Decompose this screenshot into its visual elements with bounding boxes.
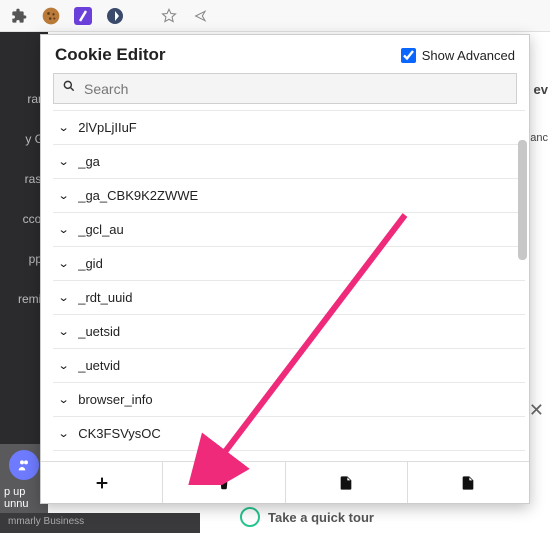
cookie-row[interactable]: ⌄_rdt_uuid <box>53 281 525 315</box>
obscured-right: ev anc <box>530 32 550 532</box>
chevron-down-icon: ⌄ <box>58 121 70 134</box>
chevron-down-icon: ⌄ <box>58 393 70 406</box>
search-icon <box>62 79 76 98</box>
import-button[interactable] <box>286 462 408 503</box>
cookie-row[interactable]: ⌄_gid <box>53 247 525 281</box>
chevron-down-icon: ⌄ <box>58 257 70 270</box>
send-icon[interactable] <box>190 5 212 27</box>
app-icon-2[interactable] <box>104 5 126 27</box>
show-advanced-toggle[interactable]: Show Advanced <box>401 48 515 63</box>
quick-tour[interactable]: Take a quick tour <box>240 507 374 527</box>
cookie-list[interactable]: ⌄2lVpLjIIuF ⌄_ga ⌄_ga_CBK9K2ZWWE ⌄_gcl_a… <box>53 110 525 461</box>
extensions-icon[interactable] <box>8 5 30 27</box>
tour-circle-icon <box>240 507 260 527</box>
chevron-down-icon: ⌄ <box>58 223 70 236</box>
export-button[interactable] <box>408 462 529 503</box>
cookie-row[interactable]: ⌄_uetvid <box>53 349 525 383</box>
cookie-row[interactable]: ⌄_ga_CBK9K2ZWWE <box>53 179 525 213</box>
close-icon[interactable]: ✕ <box>529 400 544 421</box>
star-icon[interactable] <box>158 5 180 27</box>
popup-title: Cookie Editor <box>55 45 166 65</box>
delete-button[interactable] <box>163 462 285 503</box>
cookie-row[interactable]: ⌄browser_info <box>53 383 525 417</box>
obscured-footer: mmarly Business <box>0 513 200 533</box>
cookie-row[interactable]: ⌄2lVpLjIIuF <box>53 111 525 145</box>
chevron-down-icon: ⌄ <box>58 325 70 338</box>
chevron-down-icon: ⌄ <box>58 291 70 304</box>
chevron-down-icon: ⌄ <box>58 427 70 440</box>
cookie-row[interactable]: ⌄_ga <box>53 145 525 179</box>
search-bar[interactable] <box>53 73 517 104</box>
cookie-row[interactable]: ⌄csrf-token <box>53 451 525 461</box>
search-input[interactable] <box>84 81 508 97</box>
app-icon-1[interactable] <box>72 5 94 27</box>
show-advanced-checkbox[interactable] <box>401 48 416 63</box>
bottom-toolbar <box>41 461 529 503</box>
cookie-row[interactable]: ⌄_uetsid <box>53 315 525 349</box>
chevron-down-icon: ⌄ <box>58 189 70 202</box>
chevron-down-icon: ⌄ <box>58 359 70 372</box>
chevron-down-icon: ⌄ <box>58 155 70 168</box>
cookie-editor-popup: Cookie Editor Show Advanced ⌄2lVpLjIIuF … <box>40 34 530 504</box>
add-button[interactable] <box>41 462 163 503</box>
cookie-row[interactable]: ⌄CK3FSVysOC <box>53 417 525 451</box>
browser-toolbar <box>0 0 550 32</box>
cookie-icon[interactable] <box>40 5 62 27</box>
cookie-row[interactable]: ⌄_gcl_au <box>53 213 525 247</box>
scrollbar-thumb[interactable] <box>518 140 527 260</box>
